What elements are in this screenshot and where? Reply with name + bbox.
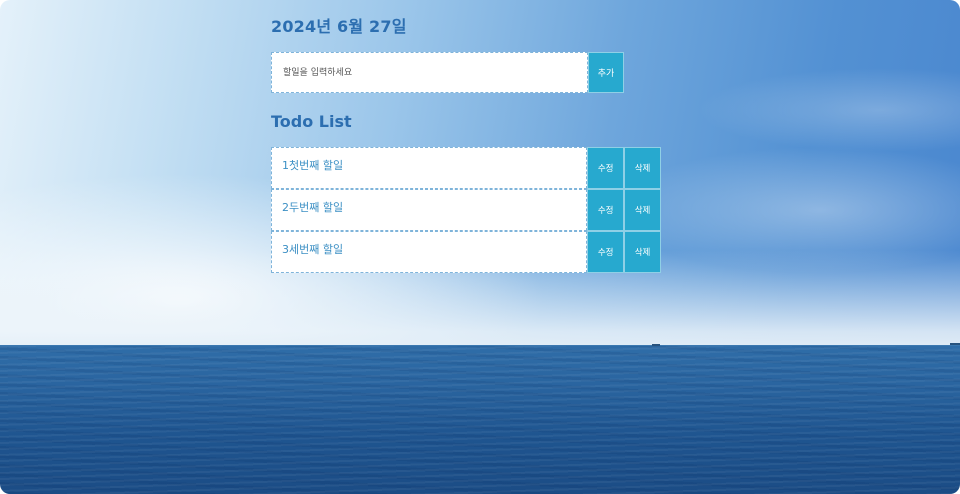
todo-item: 1첫번째 할일 수정 삭제: [271, 147, 661, 189]
distant-ship: [950, 343, 960, 345]
delete-button[interactable]: 삭제: [624, 231, 661, 273]
sea: [0, 346, 960, 494]
edit-button[interactable]: 수정: [587, 231, 625, 273]
todo-item-text: 1첫번째 할일: [271, 147, 588, 189]
todo-item-text: 2두번째 할일: [271, 189, 588, 231]
todo-list-title: Todo List: [271, 112, 352, 131]
todo-input[interactable]: [271, 52, 588, 93]
todo-form: 추가: [271, 52, 624, 93]
add-button[interactable]: 추가: [588, 52, 624, 93]
todo-item-text: 3세번째 할일: [271, 231, 588, 273]
distant-ship: [652, 344, 660, 346]
date-heading: 2024년 6월 27일: [271, 17, 407, 36]
edit-button[interactable]: 수정: [587, 147, 625, 189]
todo-item: 2두번째 할일 수정 삭제: [271, 189, 661, 231]
edit-button[interactable]: 수정: [587, 189, 625, 231]
delete-button[interactable]: 삭제: [624, 189, 661, 231]
todo-item: 3세번째 할일 수정 삭제: [271, 231, 661, 273]
delete-button[interactable]: 삭제: [624, 147, 661, 189]
todo-list: 1첫번째 할일 수정 삭제 2두번째 할일 수정 삭제 3세번째 할일 수정 삭…: [271, 147, 661, 273]
